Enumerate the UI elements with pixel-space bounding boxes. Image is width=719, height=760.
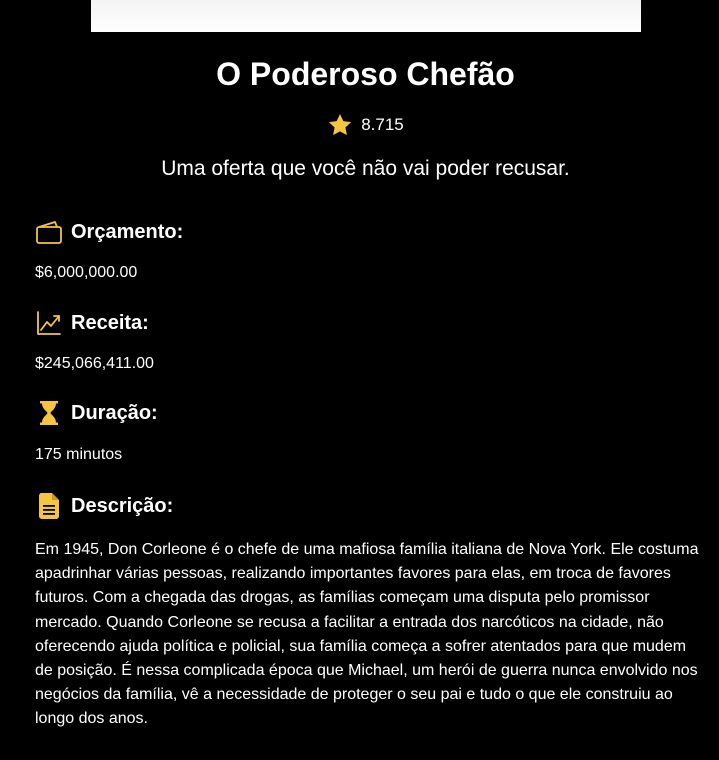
movie-poster <box>91 0 641 32</box>
trend-up-icon <box>35 309 63 337</box>
runtime-value: 175 minutos <box>35 446 123 463</box>
wallet-icon <box>35 218 63 246</box>
revenue-label: Receita: <box>71 312 149 334</box>
star-icon <box>327 112 353 138</box>
budget-heading: Orçamento: <box>35 218 183 246</box>
rating-value: 8.715 <box>361 115 404 134</box>
runtime-label: Duração: <box>71 402 158 424</box>
revenue-value: $245,066,411.00 <box>35 355 154 372</box>
hourglass-icon <box>35 399 63 427</box>
overview-heading: Descrição: <box>35 492 173 520</box>
document-icon <box>35 492 63 520</box>
budget-label: Orçamento: <box>71 221 184 243</box>
overview-label: Descrição: <box>71 495 174 517</box>
runtime-heading: Duração: <box>35 399 158 427</box>
revenue-heading: Receita: <box>35 309 149 337</box>
rating: 8.715 <box>0 112 719 138</box>
movie-title: O Poderoso Chefão <box>216 56 515 92</box>
budget-value: $6,000,000.00 <box>35 264 138 281</box>
overview-text: Em 1945, Don Corleone é o chefe de uma m… <box>35 541 699 728</box>
movie-tagline: Uma oferta que você não vai poder recusa… <box>161 157 570 180</box>
